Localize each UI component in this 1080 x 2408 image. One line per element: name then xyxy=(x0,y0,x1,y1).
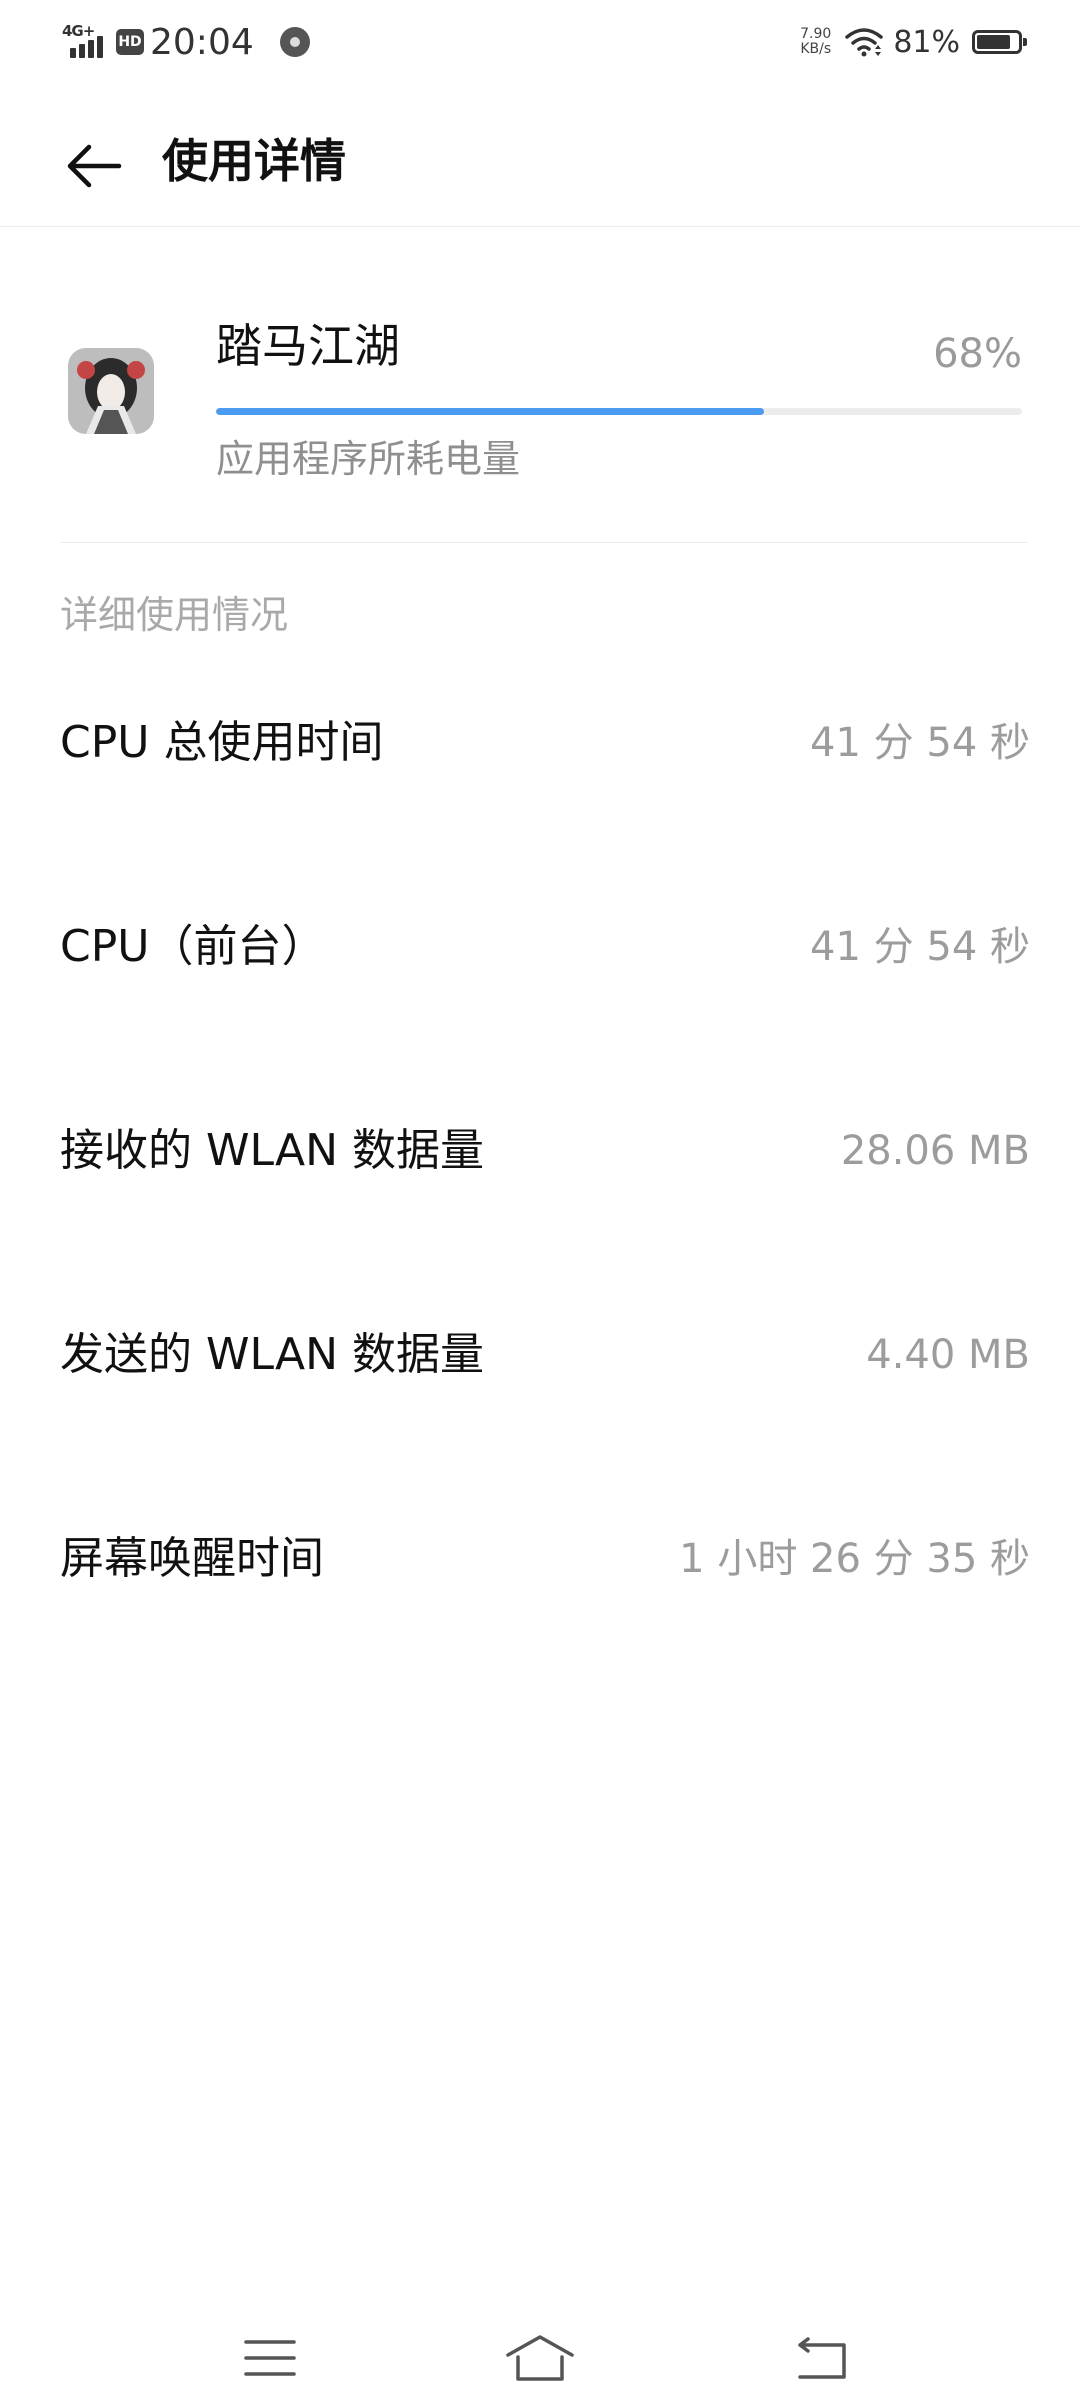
wifi-icon xyxy=(845,28,884,57)
cellular-signal-icon: 4G+ xyxy=(62,22,110,62)
row-label: 发送的 WLAN 数据量 xyxy=(60,1329,485,1380)
row-label: 接收的 WLAN 数据量 xyxy=(60,1125,485,1176)
back-icon xyxy=(798,2337,846,2379)
navigation-bar xyxy=(0,2300,1080,2408)
app-usage-card: 踏马江湖 68% 应用程序所耗电量 xyxy=(60,226,1028,543)
battery-icon xyxy=(972,30,1027,54)
net-speed-value: 7.90 xyxy=(800,26,832,42)
notification-icon xyxy=(279,27,310,57)
page-title: 使用详情 xyxy=(162,134,346,188)
status-bar-left: 4G+ HD 20:04 xyxy=(62,20,310,64)
net-speed-unit: KB/s xyxy=(800,41,832,57)
app-caption: 应用程序所耗电量 xyxy=(216,437,521,481)
detail-list: CPU 总使用时间 41 分 54 秒 CPU（前台） 41 分 54 秒 接收… xyxy=(60,693,1030,1713)
row-value: 1 小时 26 分 35 秒 xyxy=(679,1536,1030,1582)
app-icon xyxy=(68,348,154,434)
app-name: 踏马江湖 xyxy=(216,319,400,373)
back-button[interactable] xyxy=(56,128,132,204)
row-value: 41 分 54 秒 xyxy=(810,720,1030,766)
menu-icon xyxy=(244,2340,296,2376)
network-type: 4G+ xyxy=(62,22,95,40)
status-bar-right: 7.90 KB/s 81% xyxy=(800,20,1027,64)
section-header: 详细使用情况 xyxy=(60,593,289,637)
app-avatar-icon xyxy=(68,348,154,434)
detail-row-cpu-foreground: CPU（前台） 41 分 54 秒 xyxy=(60,897,1030,1101)
nav-home-button[interactable] xyxy=(500,2318,580,2398)
row-label: CPU 总使用时间 xyxy=(60,717,384,768)
battery-usage-bar xyxy=(216,408,1022,415)
detail-row-cpu-total: CPU 总使用时间 41 分 54 秒 xyxy=(60,693,1030,897)
detail-row-wlan-sent: 发送的 WLAN 数据量 4.40 MB xyxy=(60,1305,1030,1509)
row-label: CPU（前台） xyxy=(60,921,326,972)
row-label: 屏幕唤醒时间 xyxy=(60,1533,324,1584)
battery-percent: 81% xyxy=(893,24,960,60)
nav-back-button[interactable] xyxy=(782,2318,862,2398)
detail-row-screen-awake: 屏幕唤醒时间 1 小时 26 分 35 秒 xyxy=(60,1509,1030,1713)
row-value: 4.40 MB xyxy=(866,1332,1030,1378)
hd-icon: HD xyxy=(116,29,144,55)
row-value: 28.06 MB xyxy=(840,1128,1030,1174)
net-speed: 7.90 KB/s xyxy=(800,27,831,57)
row-value: 41 分 54 秒 xyxy=(810,924,1030,970)
battery-usage-bar-fill xyxy=(216,408,765,415)
status-bar: 4G+ HD 20:04 7.90 KB/s 81% xyxy=(0,0,1080,84)
status-time: 20:04 xyxy=(150,21,254,63)
app-battery-percent: 68% xyxy=(933,331,1022,377)
detail-row-wlan-received: 接收的 WLAN 数据量 28.06 MB xyxy=(60,1101,1030,1305)
home-icon xyxy=(506,2335,574,2381)
nav-menu-button[interactable] xyxy=(230,2318,310,2398)
app-header: 使用详情 xyxy=(0,84,1080,227)
arrow-left-icon xyxy=(67,144,122,188)
